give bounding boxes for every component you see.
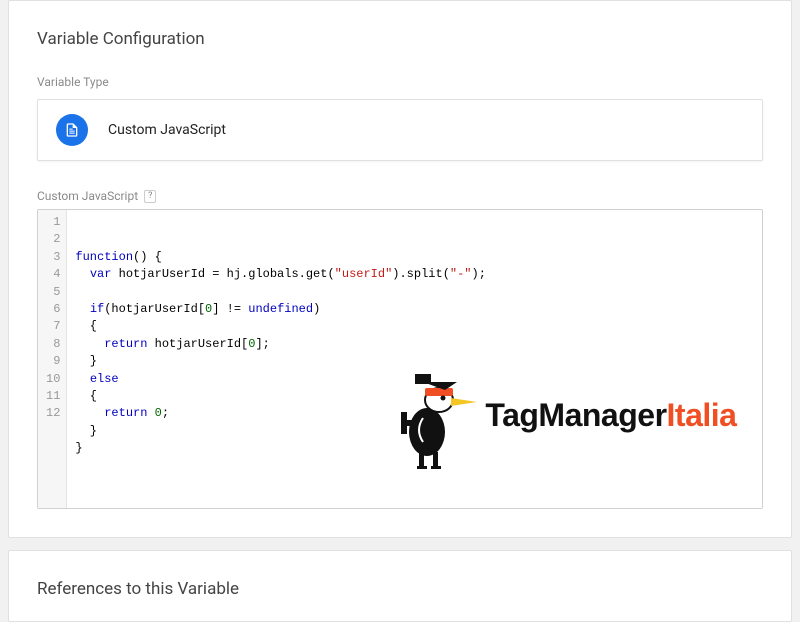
code-gutter: 123456789101112 — [38, 210, 67, 508]
references-card: References to this Variable — [8, 550, 792, 622]
variable-type-selector[interactable]: Custom JavaScript — [37, 99, 763, 161]
section-title: Variable Configuration — [37, 29, 763, 49]
code-section-label: Custom JavaScript ? — [37, 189, 763, 203]
code-editor[interactable]: 123456789101112 function() { var hotjarU… — [37, 209, 763, 509]
document-icon — [56, 114, 88, 146]
code-body[interactable]: function() { var hotjarUserId = hj.globa… — [67, 210, 762, 508]
variable-type-name: Custom JavaScript — [108, 122, 226, 138]
variable-type-label: Variable Type — [37, 75, 763, 89]
references-title: References to this Variable — [37, 579, 763, 599]
help-icon[interactable]: ? — [144, 190, 156, 203]
variable-configuration-card: Variable Configuration Variable Type Cus… — [8, 0, 792, 538]
code-label-text: Custom JavaScript — [37, 189, 138, 203]
